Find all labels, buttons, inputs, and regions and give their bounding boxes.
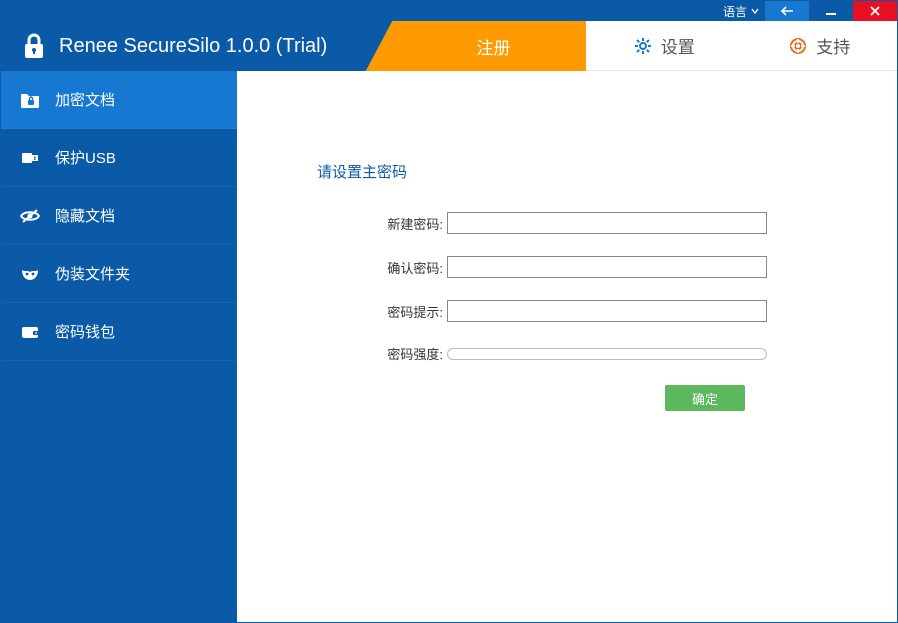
close-icon bbox=[869, 5, 881, 17]
tab-support-label: 支持 bbox=[816, 33, 850, 58]
confirm-row: 确定 bbox=[317, 385, 837, 411]
language-selector[interactable]: 语言 bbox=[717, 1, 765, 21]
sidebar-item-label: 保护USB bbox=[55, 147, 116, 168]
sidebar-item-hide-files[interactable]: 隐藏文档 bbox=[1, 187, 237, 245]
lock-icon bbox=[21, 31, 47, 61]
sidebar-item-label: 密码钱包 bbox=[55, 321, 115, 342]
mask-icon bbox=[19, 263, 41, 285]
main-prompt: 请设置主密码 bbox=[317, 161, 837, 182]
gear-icon bbox=[633, 36, 653, 56]
tab-support[interactable]: 支持 bbox=[742, 21, 898, 71]
minimize-button[interactable] bbox=[809, 1, 853, 21]
wallet-icon bbox=[19, 321, 41, 343]
app-title: Renee SecureSilo 1.0.0 (Trial) bbox=[59, 35, 327, 58]
row-password-strength: 密码强度: bbox=[317, 344, 837, 363]
input-new-password[interactable] bbox=[447, 212, 767, 234]
back-button[interactable] bbox=[765, 1, 809, 21]
password-strength-meter bbox=[447, 348, 767, 360]
app-window: 语言 bbox=[0, 0, 898, 623]
confirm-button-label: 确定 bbox=[692, 389, 718, 408]
usb-icon bbox=[19, 147, 41, 169]
header-bar: Renee SecureSilo 1.0.0 (Trial) 注册 设置 支持 bbox=[1, 21, 897, 71]
sidebar-item-password-wallet[interactable]: 密码钱包 bbox=[1, 303, 237, 361]
row-new-password: 新建密码: bbox=[317, 212, 837, 234]
label-confirm-password: 确认密码: bbox=[317, 258, 447, 277]
chevron-down-icon bbox=[751, 7, 759, 15]
label-password-hint: 密码提示: bbox=[317, 302, 447, 321]
confirm-button[interactable]: 确定 bbox=[665, 385, 745, 411]
language-label: 语言 bbox=[723, 3, 747, 20]
tab-register-label: 注册 bbox=[477, 34, 511, 59]
label-new-password: 新建密码: bbox=[317, 214, 447, 233]
row-password-hint: 密码提示: bbox=[317, 300, 837, 322]
folder-lock-icon bbox=[19, 89, 41, 111]
sidebar-item-protect-usb[interactable]: 保护USB bbox=[1, 129, 237, 187]
row-confirm-password: 确认密码: bbox=[317, 256, 837, 278]
tab-settings-label: 设置 bbox=[661, 33, 695, 58]
sidebar-item-disguise-folder[interactable]: 伪装文件夹 bbox=[1, 245, 237, 303]
body: 加密文档 保护USB 隐藏文档 伪装文件夹 bbox=[1, 71, 897, 622]
arrow-left-icon bbox=[780, 6, 794, 16]
brand: Renee SecureSilo 1.0.0 (Trial) bbox=[1, 21, 401, 71]
eye-off-icon bbox=[19, 205, 41, 227]
input-confirm-password[interactable] bbox=[447, 256, 767, 278]
sidebar-item-encrypt-files[interactable]: 加密文档 bbox=[1, 71, 237, 129]
lifebuoy-icon bbox=[788, 36, 808, 56]
close-button[interactable] bbox=[853, 1, 897, 21]
sidebar-item-label: 隐藏文档 bbox=[55, 205, 115, 226]
input-password-hint[interactable] bbox=[447, 300, 767, 322]
sidebar: 加密文档 保护USB 隐藏文档 伪装文件夹 bbox=[1, 71, 237, 622]
header-tabs: 注册 设置 支持 bbox=[401, 21, 897, 71]
sidebar-item-label: 伪装文件夹 bbox=[55, 263, 130, 284]
minimize-icon bbox=[825, 5, 837, 17]
main-panel: 请设置主密码 新建密码: 确认密码: 密码提示: 密码强度: 确定 bbox=[237, 71, 897, 622]
label-password-strength: 密码强度: bbox=[317, 344, 447, 363]
tab-register[interactable]: 注册 bbox=[401, 21, 586, 71]
window-controls-bar: 语言 bbox=[1, 1, 897, 21]
sidebar-item-label: 加密文档 bbox=[55, 89, 115, 110]
tab-settings[interactable]: 设置 bbox=[586, 21, 742, 71]
